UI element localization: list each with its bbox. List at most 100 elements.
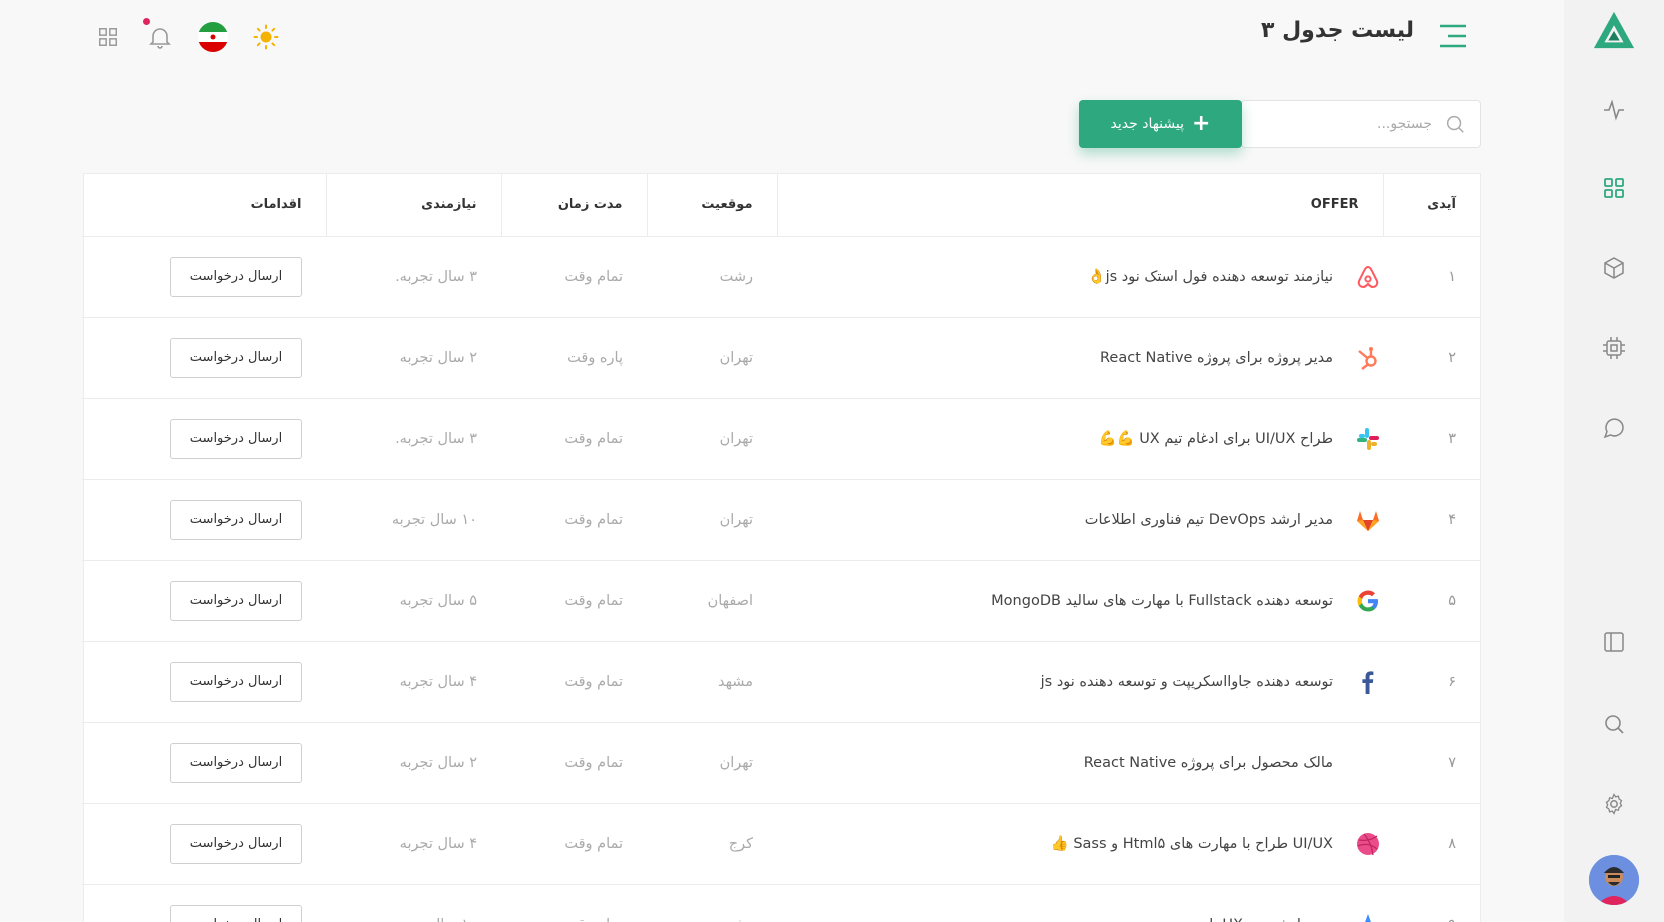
plus-icon: + [1192, 111, 1211, 136]
sun-icon [253, 24, 279, 50]
tnw-icon: TNW [1353, 748, 1383, 778]
offers-table: آیدی OFFER موقعیت مدت زمان نیازمندی اقدا… [82, 173, 1481, 922]
table-row: ۴ مدیر ارشد DevOps تیم فناوری اطلاعات ته… [82, 479, 1480, 561]
nav-layout[interactable] [1592, 620, 1636, 664]
row-duration: پاره وقت [501, 317, 647, 399]
search-icon [1446, 115, 1464, 133]
column-header-duration[interactable]: مدت زمان [500, 174, 647, 237]
hubspot-icon [1353, 343, 1383, 373]
row-location: کرج [647, 803, 777, 885]
nav-box[interactable] [1592, 246, 1636, 290]
google-icon [1357, 590, 1378, 611]
user-avatar[interactable] [1589, 855, 1639, 905]
row-actions: ارسال درخواست [82, 884, 326, 922]
send-request-button[interactable]: ارسال درخواست [170, 823, 302, 864]
row-requirement: ۳ سال تجربه. [326, 236, 501, 318]
send-request-button[interactable]: ارسال درخواست [170, 742, 302, 783]
app-logo[interactable] [1592, 8, 1636, 52]
nav-settings[interactable] [1592, 782, 1636, 826]
nav-chat[interactable] [1592, 406, 1636, 450]
search-input[interactable] [1262, 116, 1432, 132]
menu-icon [1440, 24, 1466, 48]
row-duration: تمام وقت [501, 560, 647, 642]
avatar-icon [1589, 855, 1639, 905]
table-row: ۵ توسعه دهنده Fullstack با مهارت های سال… [82, 560, 1480, 642]
offer-title[interactable]: مدیر پروژه برای پروژه React Native [1100, 350, 1333, 366]
table-row: ۸ UI/UX طراح با مهارت های Html۵ و Sass 👍… [82, 803, 1480, 885]
google-icon [1353, 586, 1383, 616]
bootstrap-icon [1364, 913, 1372, 922]
row-location: تهران [647, 722, 777, 804]
row-actions: ارسال درخواست [82, 236, 326, 318]
slack-icon [1353, 424, 1383, 454]
row-requirement: ۲ سال تجربه [326, 722, 501, 804]
new-offer-button[interactable]: + پیشنهاد جدید [1079, 100, 1242, 148]
send-request-button[interactable]: ارسال درخواست [170, 418, 302, 459]
row-id: ۵ [1383, 560, 1480, 642]
row-offer: UI/UX طراح با مهارت های Html۵ و Sass 👍 [777, 803, 1383, 885]
send-request-button[interactable]: ارسال درخواست [170, 580, 302, 621]
row-location: تهران [647, 398, 777, 480]
row-offer: نیازمند توسعه دهنده فول استک نود js👌 [777, 236, 1383, 318]
send-request-button[interactable]: ارسال درخواست [170, 661, 302, 702]
theme-toggle-button[interactable] [249, 20, 283, 54]
send-request-button[interactable]: ارسال درخواست [170, 904, 302, 922]
menu-toggle-button[interactable] [1438, 22, 1468, 50]
tnw-icon: TNW [1353, 758, 1354, 770]
nav-activity[interactable] [1592, 88, 1636, 132]
offer-title[interactable]: توسعه دهنده جاوااسکریپت و توسعه دهنده نو… [1041, 674, 1333, 690]
grid-icon [1604, 178, 1624, 198]
table-row: ۶ توسعه دهنده جاوااسکریپت و توسعه دهنده … [82, 641, 1480, 723]
offer-title[interactable]: UI/UX طراح با مهارت های Html۵ و Sass 👍 [1051, 835, 1333, 852]
offer-title[interactable]: نیازمند توسعه دهنده فول استک نود js👌 [1088, 268, 1334, 285]
table-row: ۹ مدیر ارشد تیم UX با تجربه رشت تمام وقت… [82, 884, 1480, 922]
column-header-id[interactable]: آیدی [1382, 174, 1480, 237]
gitlab-icon [1357, 510, 1379, 531]
apps-button[interactable] [91, 20, 125, 54]
row-actions: ارسال درخواست [82, 560, 326, 642]
nav-search[interactable] [1592, 702, 1636, 746]
logo-icon [1593, 11, 1635, 49]
send-request-button[interactable]: ارسال درخواست [170, 256, 302, 297]
offer-title[interactable]: مالک محصول برای پروژه React Native [1084, 755, 1333, 771]
sidebar-layout-icon [1604, 632, 1624, 652]
cube-icon [1604, 257, 1624, 279]
airbnb-icon [1357, 265, 1379, 288]
offer-title[interactable]: مدیر ارشد DevOps تیم فناوری اطلاعات [1085, 512, 1333, 528]
row-requirement: ۴ سال تجربه [326, 803, 501, 885]
nav-chip[interactable] [1592, 326, 1636, 370]
send-request-button[interactable]: ارسال درخواست [170, 499, 302, 540]
nav-dashboard[interactable] [1592, 166, 1636, 210]
column-header-location[interactable]: موقعیت [646, 174, 777, 237]
table-row: ۱ نیازمند توسعه دهنده فول استک نود js👌 ر… [82, 236, 1480, 318]
row-requirement: ۲ سال تجربه [326, 317, 501, 399]
row-requirement: ۴ سال تجربه [326, 641, 501, 723]
row-id: ۱ [1383, 236, 1480, 318]
column-header-requirement[interactable]: نیازمندی [325, 174, 501, 237]
notifications-button[interactable] [143, 18, 177, 54]
row-id: ۲ [1383, 317, 1480, 399]
dribbble-icon [1353, 829, 1383, 859]
bootstrap-icon [1353, 910, 1383, 922]
search-box [1241, 100, 1481, 148]
row-offer: مدیر پروژه برای پروژه React Native [777, 317, 1383, 399]
row-location: تهران [647, 317, 777, 399]
offer-title[interactable]: توسعه دهنده Fullstack با مهارت های سالید… [991, 593, 1333, 609]
iran-flag-icon [198, 22, 228, 52]
language-selector[interactable] [196, 20, 230, 54]
airbnb-icon [1353, 262, 1383, 292]
row-offer: مدیر ارشد DevOps تیم فناوری اطلاعات [777, 479, 1383, 561]
offer-title[interactable]: طراح UI/UX برای ادغام تیم UX 💪💪 [1098, 430, 1333, 447]
dribbble-icon [1357, 832, 1379, 855]
send-request-button[interactable]: ارسال درخواست [170, 337, 302, 378]
column-header-offer[interactable]: OFFER [776, 174, 1383, 237]
activity-icon [1604, 99, 1624, 121]
offer-title[interactable]: مدیر ارشد تیم UX با تجربه [1171, 917, 1333, 922]
side-rail [1564, 0, 1664, 922]
chat-bubble-icon [1603, 418, 1624, 439]
row-requirement: ۳ سال تجربه. [326, 398, 501, 480]
row-id: ۷ [1383, 722, 1480, 804]
bell-icon [149, 28, 171, 49]
row-requirement: ۱۰ سال تجربه [326, 479, 501, 561]
row-duration: تمام وقت [501, 722, 647, 804]
